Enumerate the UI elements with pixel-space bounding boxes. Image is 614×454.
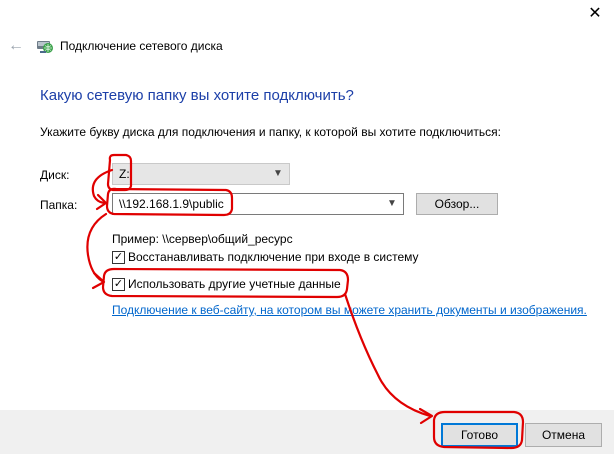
reconnect-label: Восстанавливать подключение при входе в … <box>128 250 419 264</box>
example-text: Пример: \\сервер\общий_ресурс <box>112 232 293 246</box>
dialog-header: ← Подключение сетевого диска <box>0 30 614 62</box>
annotation-arrow-folder-to-credentials <box>86 212 108 283</box>
checkmark-icon: ✓ <box>113 251 124 263</box>
folder-input[interactable]: \\192.168.1.9\public ▼ <box>112 193 404 215</box>
cancel-button[interactable]: Отмена <box>525 423 602 447</box>
instruction-text: Укажите букву диска для подключения и па… <box>40 125 501 139</box>
chevron-down-icon[interactable]: ▼ <box>271 166 285 182</box>
drive-label: Диск: <box>40 168 70 182</box>
annotation-arrowhead-2 <box>91 271 106 290</box>
credentials-checkbox[interactable]: ✓ <box>112 278 125 291</box>
page-heading: Какую сетевую папку вы хотите подключить… <box>40 87 354 104</box>
reconnect-checkbox[interactable]: ✓ <box>112 251 125 264</box>
drive-select[interactable]: Z: ▼ <box>112 163 290 185</box>
website-link[interactable]: Подключение к веб-сайту, на котором вы м… <box>112 303 587 317</box>
network-drive-icon <box>37 41 53 53</box>
checkmark-icon: ✓ <box>113 278 124 290</box>
folder-label: Папка: <box>40 198 78 212</box>
credentials-label: Использовать другие учетные данные <box>128 277 341 291</box>
dialog-title: Подключение сетевого диска <box>60 39 223 53</box>
annotation-arrow-drive-to-folder <box>91 168 114 205</box>
dialog-footer <box>0 410 614 454</box>
annotation-arrowhead-1 <box>95 193 108 211</box>
done-button[interactable]: Готово <box>441 423 518 447</box>
credentials-checkbox-row[interactable]: ✓ Использовать другие учетные данные <box>112 277 352 293</box>
red-annotation-overlay <box>86 153 525 450</box>
drive-value: Z: <box>119 167 130 181</box>
window-top-bar: ✕ <box>0 0 614 30</box>
folder-value: \\192.168.1.9\public <box>119 197 224 211</box>
close-icon[interactable]: ✕ <box>584 3 606 25</box>
back-arrow-icon[interactable]: ← <box>6 36 26 56</box>
chevron-down-icon[interactable]: ▼ <box>385 196 399 212</box>
reconnect-checkbox-row[interactable]: ✓ Восстанавливать подключение при входе … <box>112 250 432 266</box>
browse-button[interactable]: Обзор... <box>416 193 498 215</box>
